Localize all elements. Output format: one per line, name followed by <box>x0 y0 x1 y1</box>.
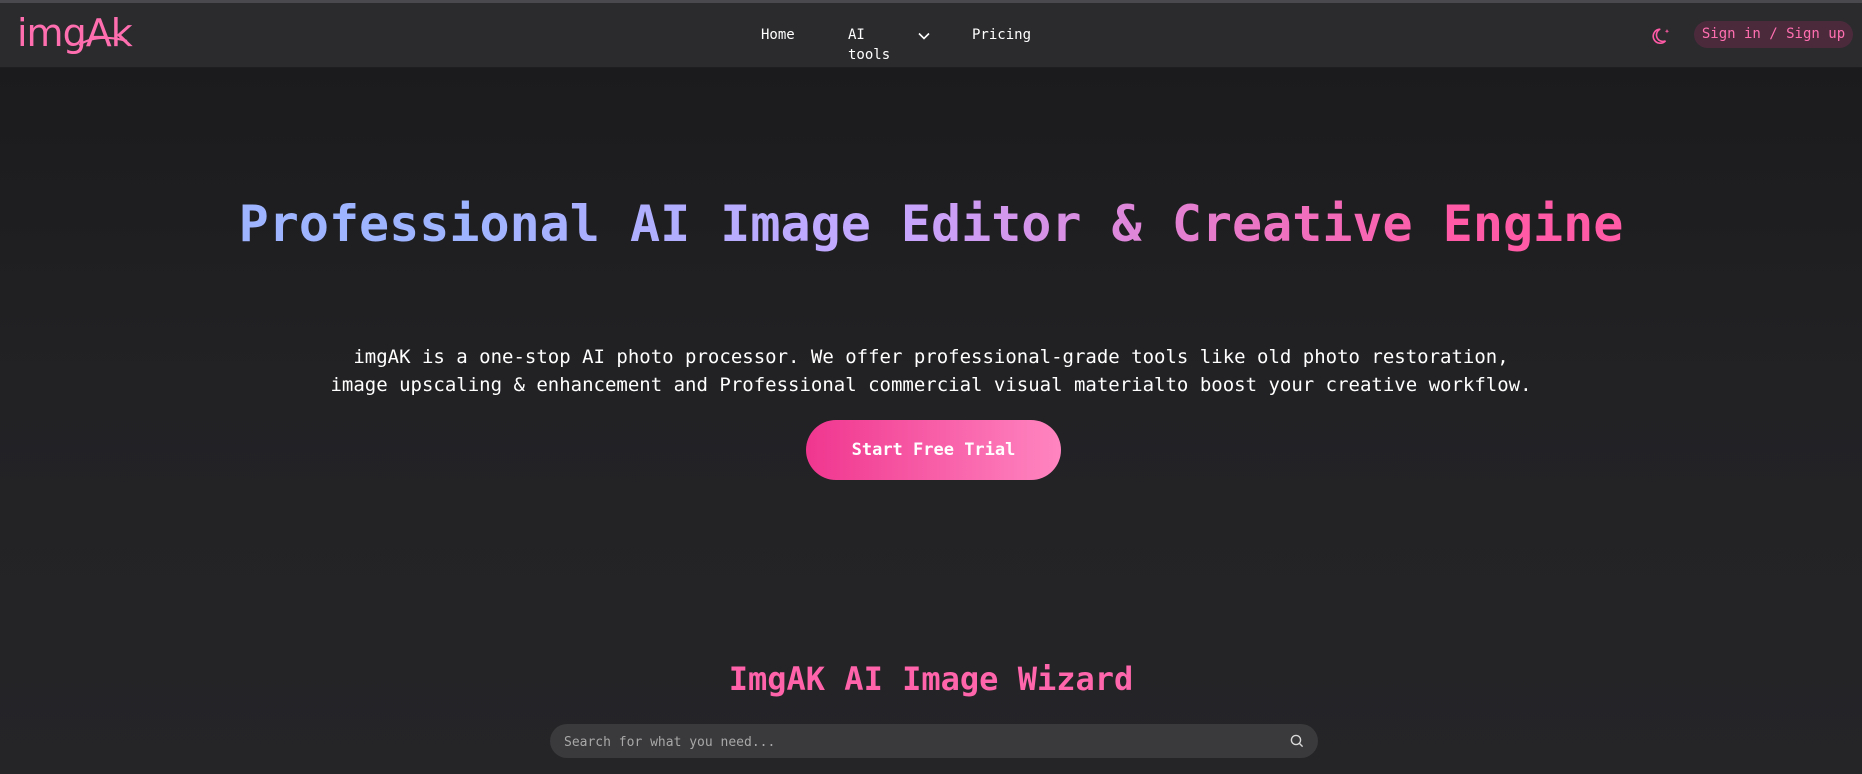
wizard-search-bar <box>550 724 1318 760</box>
brand-logo[interactable]: imgAk <box>17 11 133 55</box>
nav-ai-tools[interactable]: AI tools <box>848 25 890 65</box>
logo-swoosh-icon <box>78 36 128 46</box>
hero-title: Professional AI Image Editor & Creative … <box>0 194 1862 254</box>
hero-description: imgAK is a one-stop AI photo processor. … <box>330 346 1532 396</box>
moon-icon[interactable] <box>1652 26 1672 46</box>
signin-button[interactable]: Sign in / Sign up <box>1694 21 1853 48</box>
top-navbar: imgAk Home AI tools Pricing Sign in / Si… <box>0 3 1862 68</box>
wizard-title: ImgAK AI Image Wizard <box>0 657 1862 701</box>
search-input[interactable] <box>562 724 1266 760</box>
nav-pricing[interactable]: Pricing <box>972 25 1031 45</box>
nav-home[interactable]: Home <box>761 25 795 45</box>
chevron-down-icon[interactable] <box>918 32 930 40</box>
search-icon[interactable] <box>1290 734 1304 748</box>
start-free-trial-button[interactable]: Start Free Trial <box>806 420 1061 480</box>
